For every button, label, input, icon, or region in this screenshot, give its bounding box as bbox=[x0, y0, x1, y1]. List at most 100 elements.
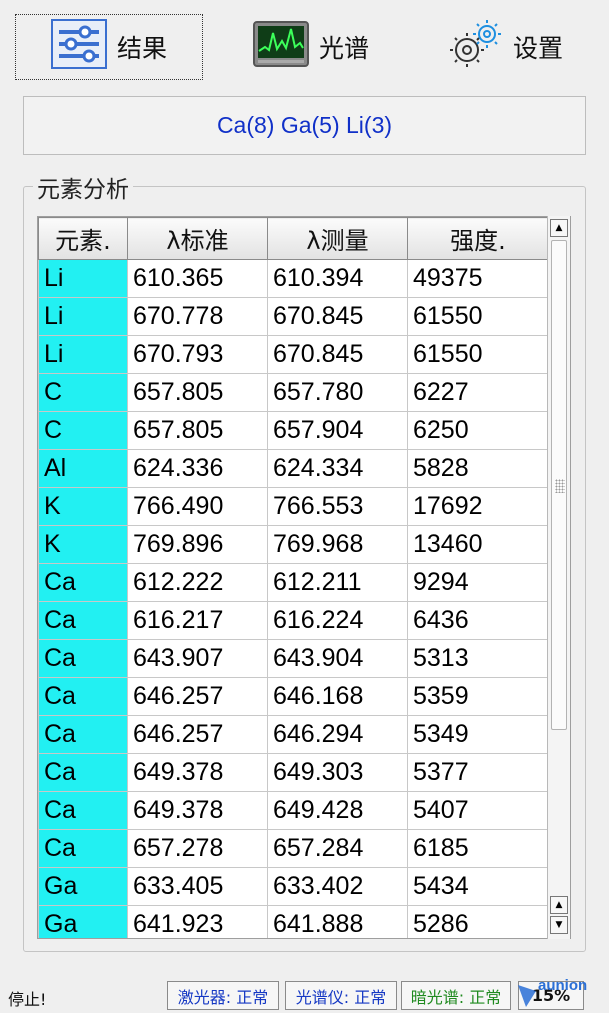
table-row[interactable]: K 769.896 769.968 13460 bbox=[38, 525, 549, 564]
gears-icon bbox=[447, 18, 503, 76]
status-message: 停止! bbox=[8, 990, 47, 1009]
table-row[interactable]: C 657.805 657.780 6227 bbox=[38, 373, 549, 412]
cell-standard-wavelength: 643.907 bbox=[127, 639, 268, 678]
cell-measured-wavelength: 641.888 bbox=[267, 905, 408, 938]
cell-measured-wavelength: 633.402 bbox=[267, 867, 408, 906]
table-row[interactable]: Li 610.365 610.394 49375 bbox=[38, 259, 549, 298]
cell-intensity: 5349 bbox=[407, 715, 549, 754]
cell-intensity: 13460 bbox=[407, 525, 549, 564]
cell-intensity: 5377 bbox=[407, 753, 549, 792]
cell-intensity: 5407 bbox=[407, 791, 549, 830]
spectrometer-status: 光谱仪: 正常 bbox=[285, 981, 397, 1010]
table-row[interactable]: Ca 646.257 646.294 5349 bbox=[38, 715, 549, 754]
element-table: 元素. λ标准 λ测量 强度. Li 610.365 610.394 49375 Li 6… bbox=[37, 216, 571, 939]
results-tab-button[interactable]: 结果 bbox=[15, 14, 203, 80]
table-row[interactable]: C 657.805 657.904 6250 bbox=[38, 411, 549, 450]
cell-standard-wavelength: 624.336 bbox=[127, 449, 268, 488]
cell-element: Ca bbox=[38, 791, 128, 830]
cell-standard-wavelength: 646.257 bbox=[127, 715, 268, 754]
cell-element: Ca bbox=[38, 639, 128, 678]
element-summary: Ca(8) Ga(5) Li(3) bbox=[23, 96, 586, 155]
column-header-intensity[interactable]: 强度. bbox=[407, 217, 549, 260]
cell-element: Li bbox=[38, 297, 128, 336]
cell-standard-wavelength: 649.378 bbox=[127, 791, 268, 830]
scroll-up-arrow-icon[interactable]: ▲ bbox=[550, 219, 568, 237]
cell-standard-wavelength: 633.405 bbox=[127, 867, 268, 906]
cell-standard-wavelength: 670.778 bbox=[127, 297, 268, 336]
cell-standard-wavelength: 657.805 bbox=[127, 373, 268, 412]
cell-intensity: 5286 bbox=[407, 905, 549, 938]
cell-measured-wavelength: 616.224 bbox=[267, 601, 408, 640]
cell-element: Ca bbox=[38, 715, 128, 754]
cell-measured-wavelength: 612.211 bbox=[267, 563, 408, 602]
cell-measured-wavelength: 657.780 bbox=[267, 373, 408, 412]
watermark-text: aunion bbox=[538, 977, 587, 994]
scroll-up-arrow-icon[interactable]: ▲ bbox=[550, 896, 568, 914]
cell-measured-wavelength: 766.553 bbox=[267, 487, 408, 526]
cell-element: Ca bbox=[38, 753, 128, 792]
cell-standard-wavelength: 641.923 bbox=[127, 905, 268, 938]
cell-element: K bbox=[38, 525, 128, 564]
table-row[interactable]: K 766.490 766.553 17692 bbox=[38, 487, 549, 526]
cell-measured-wavelength: 643.904 bbox=[267, 639, 408, 678]
spectrum-monitor-icon bbox=[252, 21, 309, 73]
cell-measured-wavelength: 657.284 bbox=[267, 829, 408, 868]
table-row[interactable]: Li 670.778 670.845 61550 bbox=[38, 297, 549, 336]
cell-measured-wavelength: 649.428 bbox=[267, 791, 408, 830]
scroll-down-arrow-icon[interactable]: ▼ bbox=[550, 916, 568, 934]
settings-tab-label: 设置 bbox=[512, 34, 563, 63]
settings-tab-button[interactable]: 设置 bbox=[430, 14, 580, 80]
results-tab-label: 结果 bbox=[116, 34, 167, 63]
cell-intensity: 6227 bbox=[407, 373, 549, 412]
cell-intensity: 5313 bbox=[407, 639, 549, 678]
column-header-element[interactable]: 元素. bbox=[38, 217, 128, 260]
dark-spectrum-status: 暗光谱: 正常 bbox=[401, 981, 511, 1010]
cell-measured-wavelength: 657.904 bbox=[267, 411, 408, 450]
table-row[interactable]: Ga 633.405 633.402 5434 bbox=[38, 867, 549, 906]
cell-measured-wavelength: 670.845 bbox=[267, 335, 408, 374]
table-row[interactable]: Ca 643.907 643.904 5313 bbox=[38, 639, 549, 678]
cell-standard-wavelength: 612.222 bbox=[127, 563, 268, 602]
cell-standard-wavelength: 657.278 bbox=[127, 829, 268, 868]
watermark-logo: aunion bbox=[514, 975, 606, 1009]
cell-element: Ca bbox=[38, 563, 128, 602]
cell-standard-wavelength: 769.896 bbox=[127, 525, 268, 564]
column-header-measured-wavelength[interactable]: λ测量 bbox=[267, 217, 408, 260]
cell-standard-wavelength: 766.490 bbox=[127, 487, 268, 526]
cell-standard-wavelength: 670.793 bbox=[127, 335, 268, 374]
cell-measured-wavelength: 624.334 bbox=[267, 449, 408, 488]
cell-element: Ga bbox=[38, 905, 128, 938]
spectrum-tab-button[interactable]: 光谱 bbox=[236, 14, 386, 80]
table-row[interactable]: Ca 649.378 649.303 5377 bbox=[38, 753, 549, 792]
cell-standard-wavelength: 657.805 bbox=[127, 411, 268, 450]
table-scrollbar[interactable]: ▲ ▲ ▼ bbox=[547, 216, 570, 939]
table-row[interactable]: Ca 616.217 616.224 6436 bbox=[38, 601, 549, 640]
column-header-standard-wavelength[interactable]: λ标准 bbox=[127, 217, 268, 260]
table-row[interactable]: Li 670.793 670.845 61550 bbox=[38, 335, 549, 374]
cell-element: Li bbox=[38, 259, 128, 298]
cell-intensity: 6185 bbox=[407, 829, 549, 868]
laser-status: 激光器: 正常 bbox=[167, 981, 279, 1010]
scrollbar-thumb[interactable] bbox=[551, 240, 567, 730]
cell-element: C bbox=[38, 411, 128, 450]
cell-intensity: 61550 bbox=[407, 335, 549, 374]
scrollbar-grip-icon bbox=[555, 479, 565, 493]
table-row[interactable]: Ca 657.278 657.284 6185 bbox=[38, 829, 549, 868]
cell-intensity: 49375 bbox=[407, 259, 549, 298]
table-row[interactable]: Ca 649.378 649.428 5407 bbox=[38, 791, 549, 830]
table-header-row: 元素. λ标准 λ测量 强度. bbox=[38, 217, 549, 260]
table-row[interactable]: Ca 612.222 612.211 9294 bbox=[38, 563, 549, 602]
cell-intensity: 5434 bbox=[407, 867, 549, 906]
cell-element: Ga bbox=[38, 867, 128, 906]
cell-standard-wavelength: 610.365 bbox=[127, 259, 268, 298]
cell-intensity: 6436 bbox=[407, 601, 549, 640]
cell-element: K bbox=[38, 487, 128, 526]
table-row[interactable]: Al 624.336 624.334 5828 bbox=[38, 449, 549, 488]
table-row[interactable]: Ca 646.257 646.168 5359 bbox=[38, 677, 549, 716]
cell-measured-wavelength: 670.845 bbox=[267, 297, 408, 336]
cell-measured-wavelength: 646.294 bbox=[267, 715, 408, 754]
cell-measured-wavelength: 610.394 bbox=[267, 259, 408, 298]
cell-element: Li bbox=[38, 335, 128, 374]
cell-measured-wavelength: 769.968 bbox=[267, 525, 408, 564]
table-row[interactable]: Ga 641.923 641.888 5286 bbox=[38, 905, 549, 938]
